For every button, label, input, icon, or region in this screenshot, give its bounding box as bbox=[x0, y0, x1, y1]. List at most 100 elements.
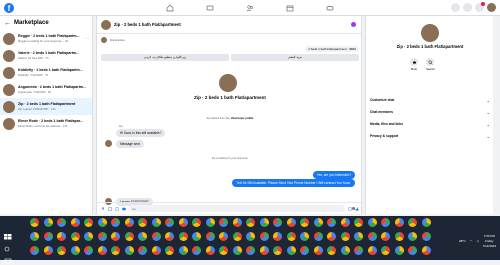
taskbar-app-icon[interactable] bbox=[259, 232, 269, 241]
taskbar-app-icon[interactable] bbox=[205, 232, 215, 241]
menu-grid-icon[interactable] bbox=[451, 3, 460, 12]
taskbar-app-icon[interactable] bbox=[421, 246, 431, 255]
taskbar-app-icon[interactable] bbox=[219, 232, 228, 241]
facebook-logo-icon[interactable]: f bbox=[4, 3, 14, 13]
taskbar-app-icon[interactable] bbox=[84, 218, 93, 227]
taskbar-app-icon[interactable] bbox=[286, 218, 296, 227]
taskbar-app-icon[interactable] bbox=[97, 246, 107, 255]
taskbar-app-icon[interactable] bbox=[57, 232, 66, 241]
taskbar-app-icon[interactable] bbox=[124, 246, 134, 255]
gif-icon[interactable] bbox=[122, 207, 126, 211]
messenger-icon[interactable] bbox=[463, 3, 472, 12]
taskbar-app-icon[interactable] bbox=[327, 246, 336, 255]
taskbar-app-icon[interactable] bbox=[30, 218, 39, 227]
taskbar-app-icon[interactable] bbox=[178, 218, 188, 227]
taskbar-app-icon[interactable] bbox=[381, 246, 390, 255]
taskbar-app-icon[interactable] bbox=[408, 232, 417, 241]
network-icon[interactable]: ◠ bbox=[470, 239, 473, 243]
emoji-icon[interactable] bbox=[348, 206, 352, 211]
view-buyer-profile-link[interactable]: View buyer profile bbox=[231, 117, 253, 120]
conversation-item-active[interactable]: Zip · 2 beds 1 bath Flat/apartment Zip: … bbox=[0, 98, 92, 115]
taskbar-app-icon[interactable] bbox=[381, 232, 390, 241]
taskbar-app-icon[interactable] bbox=[124, 232, 134, 241]
taskbar-app-icon[interactable] bbox=[367, 232, 377, 241]
conversation-item[interactable]: Angumeda · 2 beds 1 bath Flat/apartm... … bbox=[0, 81, 92, 98]
gaming-icon[interactable] bbox=[326, 4, 334, 12]
taskbar-app-icon[interactable] bbox=[178, 246, 188, 255]
taskbar-app-icon[interactable] bbox=[394, 232, 404, 241]
taskbar-app-icon[interactable] bbox=[192, 232, 201, 241]
taskbar-app-icon[interactable] bbox=[232, 232, 242, 241]
start-icon[interactable] bbox=[4, 234, 12, 240]
taskbar-app-icon[interactable] bbox=[381, 218, 390, 227]
taskbar-app-icon[interactable] bbox=[246, 218, 255, 227]
taskbar-app-icon[interactable] bbox=[30, 232, 39, 241]
taskbar-app-icon[interactable] bbox=[70, 232, 80, 241]
taskbar-app-icon[interactable] bbox=[70, 218, 80, 227]
notifications-icon[interactable] bbox=[475, 2, 485, 12]
taskbar-app-icon[interactable] bbox=[43, 218, 53, 227]
taskbar-app-icon[interactable] bbox=[273, 246, 282, 255]
taskbar-app-icon[interactable] bbox=[219, 246, 228, 255]
taskbar-app-icon[interactable] bbox=[57, 218, 66, 227]
taskbar-app-icon[interactable] bbox=[151, 246, 161, 255]
taskbar-app-icon[interactable] bbox=[300, 246, 309, 255]
taskbar-app-icon[interactable] bbox=[151, 232, 161, 241]
taskbar-app-icon[interactable] bbox=[421, 232, 431, 241]
taskbar-app-icon[interactable] bbox=[394, 218, 404, 227]
taskbar-app-icon[interactable] bbox=[84, 246, 93, 255]
message-input[interactable] bbox=[129, 205, 345, 212]
taskbar-app-icon[interactable] bbox=[340, 232, 350, 241]
taskbar-app-icon[interactable] bbox=[165, 218, 174, 227]
taskbar-app-icon[interactable] bbox=[246, 246, 255, 255]
taskbar-app-icon[interactable] bbox=[408, 218, 417, 227]
taskbar-app-icon[interactable] bbox=[124, 218, 134, 227]
taskbar-app-icon[interactable] bbox=[300, 218, 309, 227]
taskbar-app-icon[interactable] bbox=[111, 246, 120, 255]
taskbar-app-icon[interactable] bbox=[70, 246, 80, 255]
taskbar-app-icon[interactable] bbox=[394, 246, 404, 255]
taskbar-app-icon[interactable] bbox=[165, 246, 174, 255]
account-avatar[interactable] bbox=[487, 3, 496, 12]
taskbar-app-icon[interactable] bbox=[43, 232, 53, 241]
chat-options-icon[interactable] bbox=[351, 22, 356, 27]
privacy-support-section[interactable]: Privacy & support ⌄ bbox=[370, 130, 490, 142]
taskbar-app-icon[interactable] bbox=[111, 218, 120, 227]
taskbar-app-icon[interactable] bbox=[97, 218, 107, 227]
taskbar-app-icon[interactable] bbox=[367, 246, 377, 255]
media-files-section[interactable]: Media, files and links ⌄ bbox=[370, 118, 490, 130]
taskbar-app-icon[interactable] bbox=[138, 246, 147, 255]
taskbar-app-icon[interactable] bbox=[286, 246, 296, 255]
taskbar-app-icon[interactable] bbox=[232, 218, 242, 227]
taskbar-app-icon[interactable] bbox=[327, 232, 336, 241]
groups-icon[interactable] bbox=[246, 4, 254, 12]
taskbar-app-icon[interactable] bbox=[178, 232, 188, 241]
taskbar-app-icon[interactable] bbox=[259, 218, 269, 227]
taskbar-app-icon[interactable] bbox=[219, 218, 228, 227]
taskbar-app-icon[interactable] bbox=[138, 232, 147, 241]
taskbar-app-icon[interactable] bbox=[354, 218, 363, 227]
like-icon[interactable] bbox=[355, 206, 359, 211]
taskbar-app-icon[interactable] bbox=[313, 246, 323, 255]
clock[interactable]: 7:50 PM Friday 7/14/2023 bbox=[483, 234, 496, 248]
taskbar-app-icon[interactable] bbox=[421, 218, 431, 227]
home-icon[interactable] bbox=[166, 4, 174, 12]
taskbar-app-icon[interactable] bbox=[165, 232, 174, 241]
marketplace-icon[interactable] bbox=[286, 4, 294, 12]
photo-icon[interactable] bbox=[108, 206, 112, 211]
video-icon[interactable] bbox=[206, 4, 214, 12]
taskbar-app-icon[interactable] bbox=[313, 232, 323, 241]
taskbar-app-icon[interactable] bbox=[138, 218, 147, 227]
taskbar-app-icon[interactable] bbox=[408, 246, 417, 255]
task-view-icon[interactable] bbox=[4, 258, 12, 264]
quick-reply-button[interactable]: مزید کیشنز bbox=[231, 54, 359, 61]
taskbar-app-icon[interactable] bbox=[57, 246, 66, 255]
taskbar-app-icon[interactable] bbox=[327, 218, 336, 227]
taskbar-app-icon[interactable] bbox=[313, 218, 323, 227]
taskbar-app-icon[interactable] bbox=[205, 218, 215, 227]
listing-tag[interactable]: 2 beds 1 bath Flat/apartment · $840 bbox=[305, 46, 359, 52]
taskbar-app-icon[interactable] bbox=[43, 246, 53, 255]
conversation-item[interactable]: Elmer Rode · 2 beds 1 bath Flat/apar... … bbox=[0, 115, 92, 132]
quick-reply-button[interactable]: زیر اللوا پے ہنظیو ملکان ہہ کرہی bbox=[101, 54, 229, 61]
taskbar-app-icon[interactable] bbox=[354, 246, 363, 255]
